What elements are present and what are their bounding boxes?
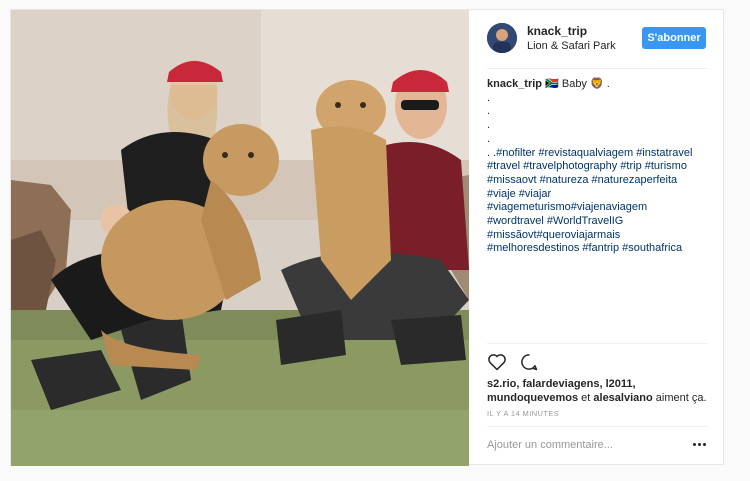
post-header: knack_trip Lion & Safari Park S'abonner bbox=[469, 10, 725, 68]
hashtag-line[interactable]: #viagemeturismo#viajenaviagem bbox=[487, 201, 709, 215]
likers-link[interactable]: alesalviano bbox=[593, 392, 652, 404]
hashtag-line[interactable]: #missaovt #natureza #naturezaperfeita bbox=[487, 174, 709, 188]
comment-bubble-icon[interactable] bbox=[519, 352, 539, 372]
caption-dot: . . bbox=[487, 146, 497, 159]
divider bbox=[487, 343, 707, 344]
heart-icon[interactable] bbox=[487, 352, 507, 372]
follow-button[interactable]: S'abonner bbox=[642, 27, 706, 49]
caption-trailing: . bbox=[606, 78, 610, 90]
hashtag-line[interactable]: #viaje #viajar bbox=[487, 188, 709, 202]
divider bbox=[487, 426, 707, 427]
caption-author-link[interactable]: knack_trip bbox=[487, 78, 542, 90]
caption-dot: . bbox=[487, 91, 491, 104]
post-actions bbox=[487, 351, 539, 373]
username-link[interactable]: knack_trip bbox=[527, 24, 587, 38]
location-link[interactable]: Lion & Safari Park bbox=[527, 40, 616, 52]
caption-dot: . bbox=[487, 119, 491, 132]
flag-emoji: 🇿🇦 bbox=[545, 78, 559, 90]
post-timestamp[interactable]: IL Y A 14 MINUTES bbox=[487, 409, 559, 418]
likers-link[interactable]: mundoquevemos bbox=[487, 392, 578, 404]
hashtag-line[interactable]: #nofilter #revistaqualviagem #instatrave… bbox=[496, 147, 692, 159]
instagram-post-card: knack_trip Lion & Safari Park S'abonner … bbox=[10, 9, 725, 466]
caption-text: Baby bbox=[561, 78, 587, 90]
hashtag-line[interactable]: #travel #travelphotography #trip #turism… bbox=[487, 160, 709, 174]
divider bbox=[487, 68, 707, 69]
hashtag-line[interactable]: #missãovt#queroviajarmais bbox=[487, 229, 709, 243]
more-options-icon[interactable] bbox=[687, 436, 711, 452]
likes-connector: et bbox=[581, 392, 591, 404]
likes-suffix: aiment ça. bbox=[655, 392, 707, 404]
post-caption: knack_trip 🇿🇦 Baby 🦁 . . . . . . .#nofil… bbox=[487, 78, 709, 256]
hashtag-line[interactable]: #wordtravel #WorldTravelIG bbox=[487, 215, 709, 229]
caption-dot: . bbox=[487, 105, 491, 118]
hashtag-line[interactable]: #melhoresdestinos #fantrip #southafrica bbox=[487, 242, 709, 256]
post-side-panel: knack_trip Lion & Safari Park S'abonner … bbox=[469, 10, 725, 466]
lion-emoji: 🦁 bbox=[590, 78, 604, 90]
likes-summary: s2.rio, falardeviagens, l2011, mundoquev… bbox=[487, 377, 715, 405]
avatar-image bbox=[487, 23, 517, 53]
comment-input[interactable] bbox=[487, 434, 677, 456]
likers-link[interactable]: s2.rio, falardeviagens, l2011, bbox=[487, 378, 636, 390]
avatar[interactable] bbox=[487, 23, 517, 53]
post-photo[interactable] bbox=[11, 10, 469, 466]
caption-dot: . bbox=[487, 132, 491, 145]
